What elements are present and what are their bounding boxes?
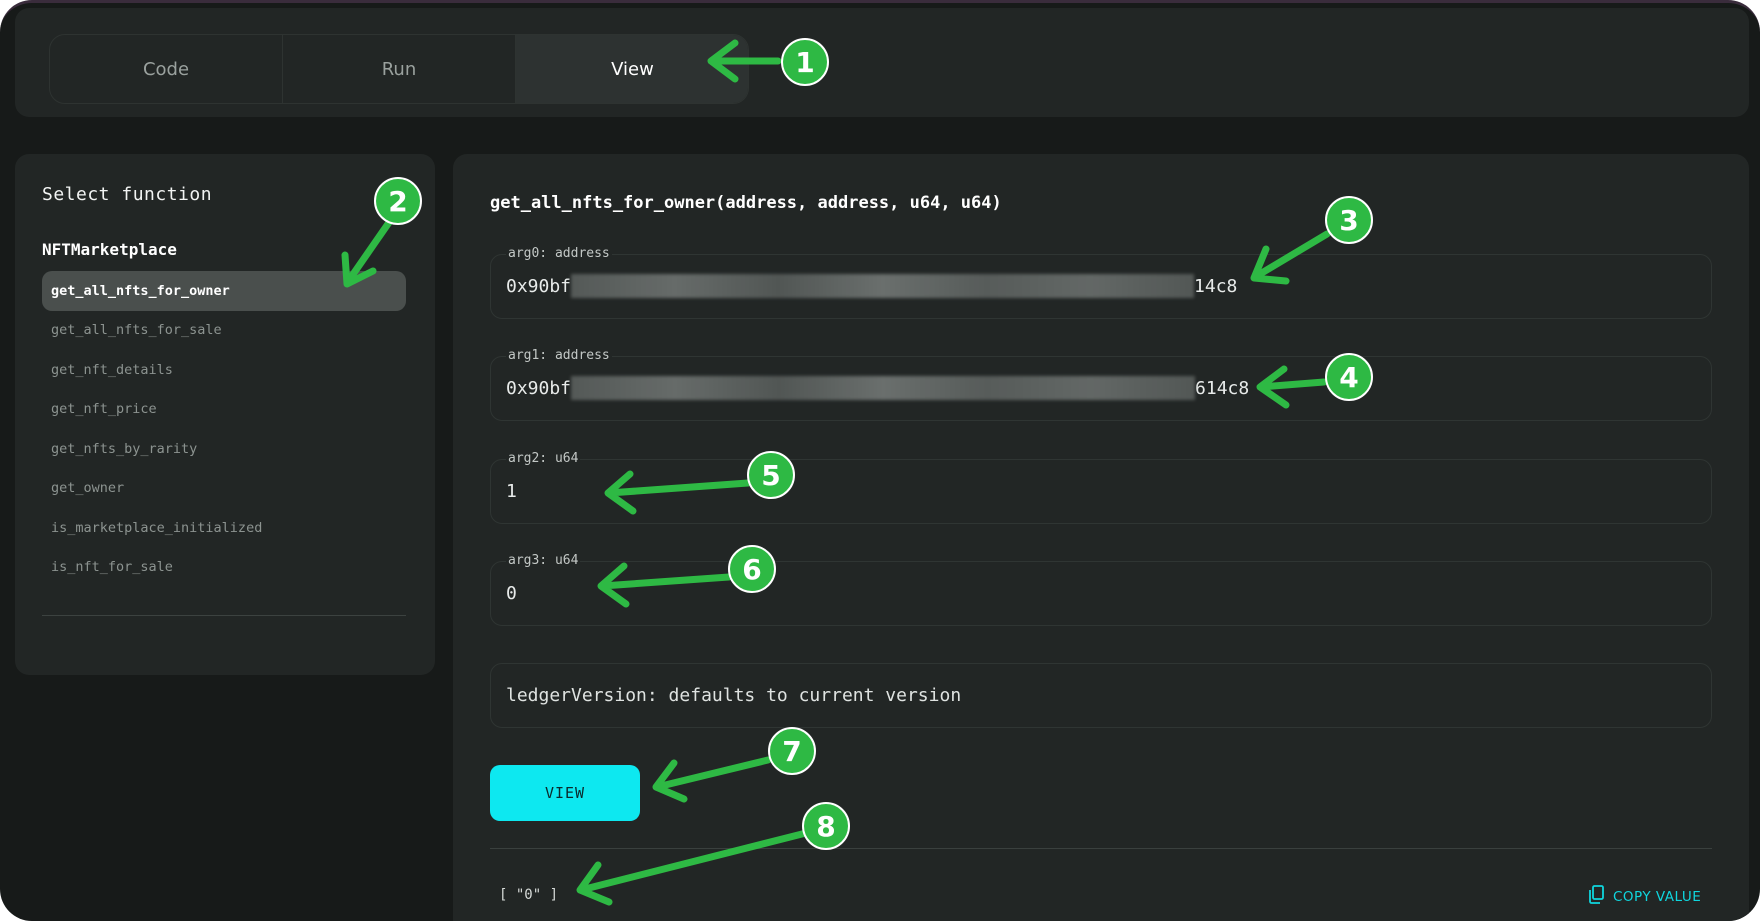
function-list: get_all_nfts_for_owner get_all_nfts_for_… <box>42 271 406 587</box>
function-item-get-all-nfts-for-sale[interactable]: get_all_nfts_for_sale <box>42 311 406 351</box>
annotation-badge-7: 7 <box>768 727 816 775</box>
redacted-blur <box>571 375 1196 400</box>
arg3-label: arg3: u64 <box>506 553 581 568</box>
annotation-badge-6: 6 <box>728 545 776 593</box>
top-bar: Code Run View <box>15 8 1749 117</box>
arg2-label: arg2: u64 <box>506 451 581 466</box>
module-name: NFTMarketplace <box>42 240 177 259</box>
arg2-value: 1 <box>506 481 517 502</box>
ledger-version-placeholder: ledgerVersion: defaults to current versi… <box>506 685 962 706</box>
ledger-version-field[interactable]: ledgerVersion: defaults to current versi… <box>490 663 1712 728</box>
view-button[interactable]: VIEW <box>490 765 640 821</box>
arg0-value: 0x90bf 14c8 <box>506 273 1238 298</box>
function-item-get-nfts-by-rarity[interactable]: get_nfts_by_rarity <box>42 429 406 469</box>
arg3-field[interactable]: arg3: u64 0 <box>490 553 1712 626</box>
result-divider <box>490 848 1712 849</box>
select-function-heading: Select function <box>42 184 213 205</box>
annotation-badge-8: 8 <box>802 802 850 850</box>
annotation-badge-3: 3 <box>1325 196 1373 244</box>
tab-view[interactable]: View <box>516 35 748 103</box>
tab-group: Code Run View <box>49 34 749 104</box>
function-form-panel: get_all_nfts_for_owner(address, address,… <box>453 154 1749 921</box>
function-item-is-marketplace-initialized[interactable]: is_marketplace_initialized <box>42 508 406 548</box>
function-item-get-nft-price[interactable]: get_nft_price <box>42 390 406 430</box>
annotation-badge-1: 1 <box>781 38 829 86</box>
redacted-blur <box>571 273 1195 298</box>
arg0-field[interactable]: arg0: address 0x90bf 14c8 <box>490 246 1712 319</box>
arg0-prefix: 0x90bf <box>506 276 572 297</box>
function-item-get-nft-details[interactable]: get_nft_details <box>42 350 406 390</box>
arg3-value: 0 <box>506 583 517 604</box>
copy-value-label: COPY VALUE <box>1613 888 1702 905</box>
app-window: Code Run View Select function NFTMarketp… <box>0 0 1760 921</box>
function-selector-panel: Select function NFTMarketplace get_all_n… <box>15 154 435 675</box>
annotation-badge-4: 4 <box>1325 353 1373 401</box>
copy-value-button[interactable]: COPY VALUE <box>1588 885 1701 908</box>
function-item-get-owner[interactable]: get_owner <box>42 469 406 509</box>
function-item-is-nft-for-sale[interactable]: is_nft_for_sale <box>42 548 406 588</box>
arg0-suffix: 14c8 <box>1194 276 1238 297</box>
annotation-badge-2: 2 <box>374 177 422 225</box>
arg1-value: 0x90bf 614c8 <box>506 375 1250 400</box>
arg1-field[interactable]: arg1: address 0x90bf 614c8 <box>490 348 1712 421</box>
arg1-suffix: 614c8 <box>1195 378 1250 399</box>
function-signature: get_all_nfts_for_owner(address, address,… <box>490 193 1002 213</box>
arg1-label: arg1: address <box>506 348 612 363</box>
divider <box>42 615 406 616</box>
tab-run[interactable]: Run <box>283 35 516 103</box>
result-value: [ "0" ] <box>499 887 559 903</box>
arg0-label: arg0: address <box>506 246 612 261</box>
annotation-badge-5: 5 <box>747 451 795 499</box>
copy-icon <box>1588 885 1605 908</box>
tab-code[interactable]: Code <box>50 35 283 103</box>
arg2-field[interactable]: arg2: u64 1 <box>490 451 1712 524</box>
function-item-get-all-nfts-for-owner[interactable]: get_all_nfts_for_owner <box>42 271 406 311</box>
arg1-prefix: 0x90bf <box>506 378 572 399</box>
